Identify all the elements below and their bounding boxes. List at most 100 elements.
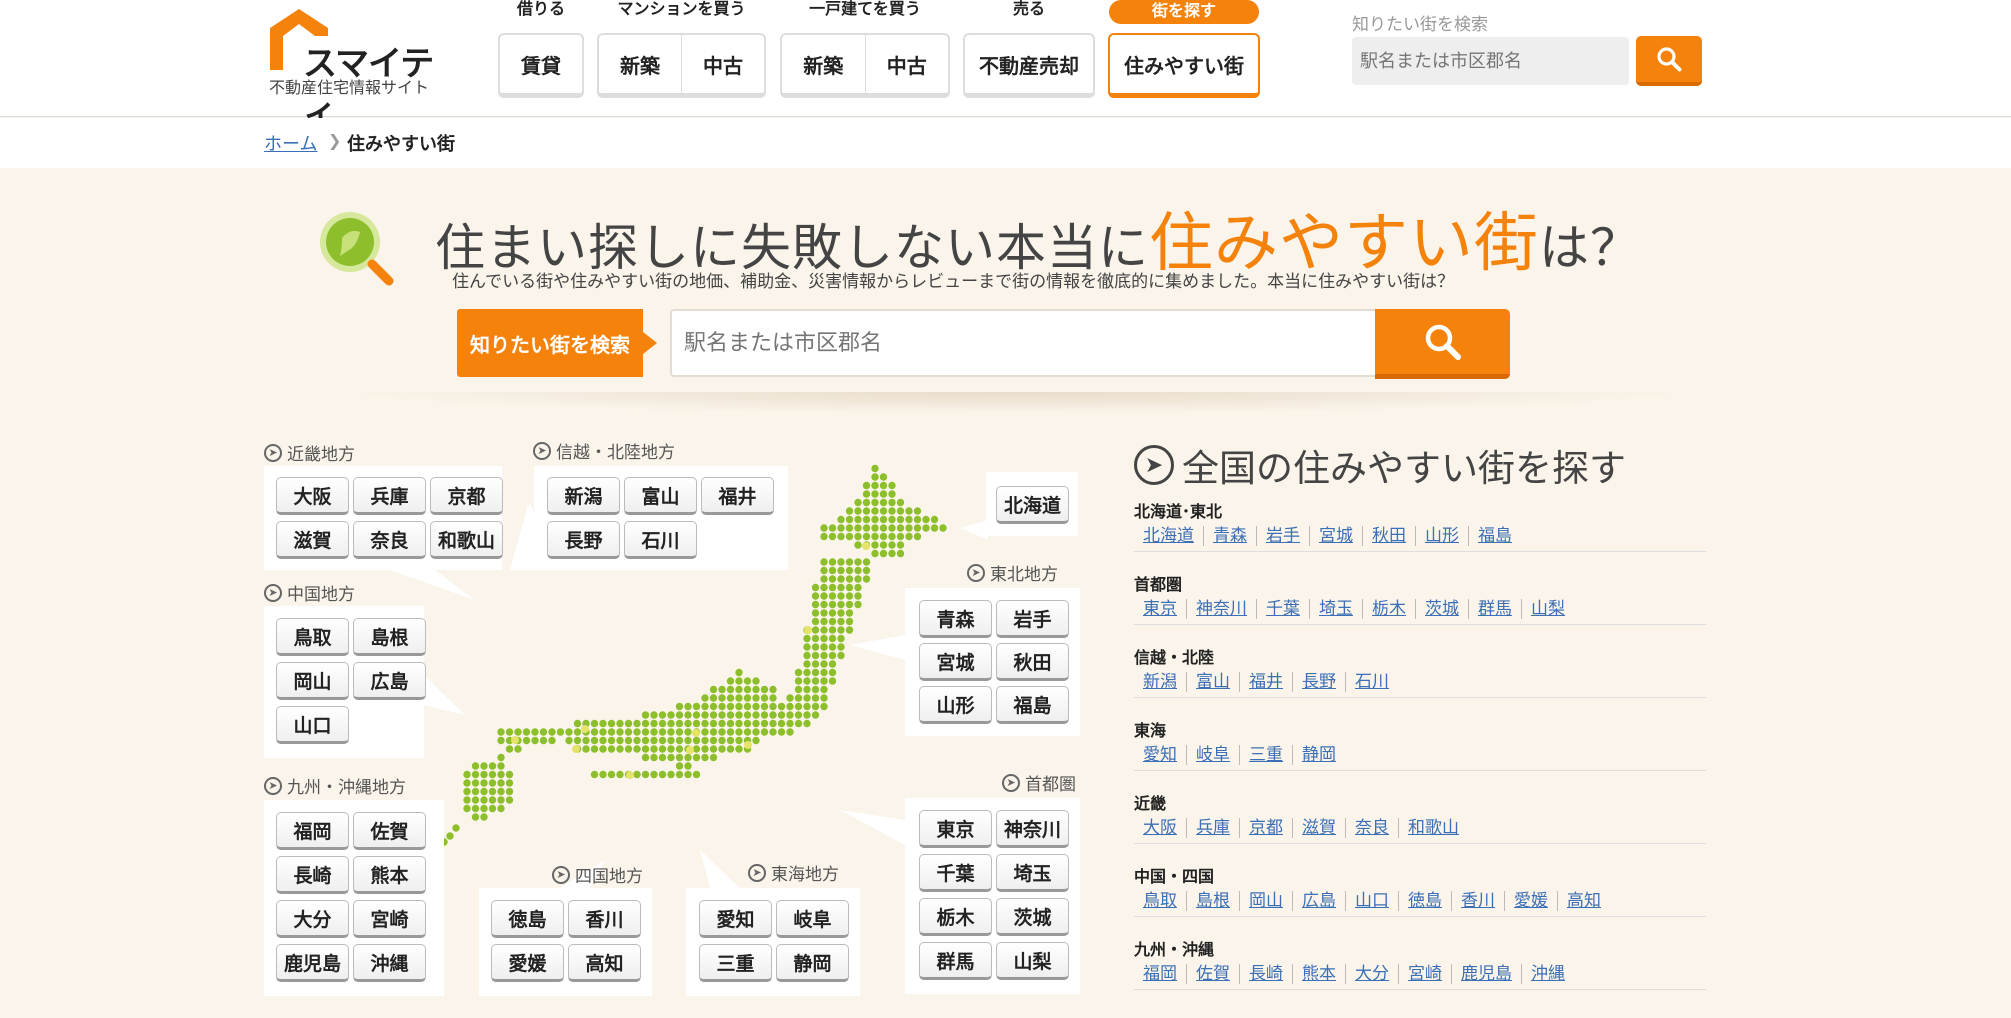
pref-button[interactable]: 和歌山	[430, 521, 503, 559]
pref-link[interactable]: 山口	[1346, 890, 1399, 911]
pref-button[interactable]: 高知	[568, 944, 641, 982]
pref-link[interactable]: 鹿児島	[1452, 963, 1522, 984]
pref-button[interactable]: 石川	[624, 521, 697, 559]
pref-button[interactable]: 群馬	[919, 942, 992, 980]
pref-link[interactable]: 佐賀	[1187, 963, 1240, 984]
nav-house-new-button[interactable]: 新築	[782, 35, 866, 93]
pref-button[interactable]: 鹿児島	[276, 944, 349, 982]
pref-link[interactable]: 岡山	[1240, 890, 1293, 911]
pref-link[interactable]: 沖縄	[1522, 964, 1574, 984]
pref-link[interactable]: 埼玉	[1310, 598, 1363, 619]
site-logo[interactable]: スマイティ 不動産住宅情報サイト	[269, 8, 449, 133]
nav-mansion-used-button[interactable]: 中古	[682, 35, 764, 93]
pref-button[interactable]: 長野	[547, 521, 620, 559]
pref-button[interactable]: 奈良	[353, 521, 426, 559]
hero-search-button[interactable]	[1375, 309, 1510, 379]
pref-button[interactable]: 徳島	[491, 900, 564, 938]
hero-search-input[interactable]	[670, 309, 1376, 377]
breadcrumb-home-link[interactable]: ホーム	[264, 130, 317, 156]
pref-button[interactable]: 富山	[624, 477, 697, 515]
pref-button[interactable]: 静岡	[776, 944, 849, 982]
pref-link[interactable]: 宮城	[1310, 525, 1363, 546]
pref-button[interactable]: 大阪	[276, 477, 349, 515]
pref-button[interactable]: 香川	[568, 900, 641, 938]
pref-link[interactable]: 岩手	[1257, 525, 1310, 546]
pref-button[interactable]: 鳥取	[276, 618, 349, 656]
pref-link[interactable]: 京都	[1240, 817, 1293, 838]
pref-link[interactable]: 長崎	[1240, 963, 1293, 984]
pref-link[interactable]: 福岡	[1134, 963, 1187, 984]
pref-button[interactable]: 熊本	[353, 856, 426, 894]
nav-rent-button[interactable]: 賃貸	[500, 35, 582, 93]
pref-button[interactable]: 山形	[919, 686, 992, 724]
pref-link[interactable]: 高知	[1558, 891, 1610, 911]
pref-button[interactable]: 神奈川	[996, 810, 1069, 848]
pref-button[interactable]: 広島	[353, 662, 426, 700]
pref-button[interactable]: 埼玉	[996, 854, 1069, 892]
pref-link[interactable]: 静岡	[1293, 745, 1345, 765]
pref-link[interactable]: 山形	[1416, 525, 1469, 546]
nav-town-button[interactable]: 住みやすい街	[1110, 35, 1258, 93]
pref-link[interactable]: 群馬	[1469, 598, 1522, 619]
pref-link[interactable]: 島根	[1187, 890, 1240, 911]
nav-mansion-new-button[interactable]: 新築	[599, 35, 682, 93]
pref-link[interactable]: 岐阜	[1187, 744, 1240, 765]
pref-button[interactable]: 愛知	[699, 900, 772, 938]
pref-button[interactable]: 滋賀	[276, 521, 349, 559]
pref-button[interactable]: 福島	[996, 686, 1069, 724]
pref-button[interactable]: 沖縄	[353, 944, 426, 982]
pref-button[interactable]: 宮崎	[353, 900, 426, 938]
header-search-input[interactable]	[1352, 37, 1629, 85]
pref-link[interactable]: 福井	[1240, 671, 1293, 692]
pref-button[interactable]: 北海道	[996, 486, 1069, 524]
pref-button[interactable]: 青森	[919, 600, 992, 638]
pref-button[interactable]: 岩手	[996, 600, 1069, 638]
pref-link[interactable]: 大阪	[1134, 817, 1187, 838]
pref-button[interactable]: 茨城	[996, 898, 1069, 936]
pref-link[interactable]: 長野	[1293, 671, 1346, 692]
pref-link[interactable]: 熊本	[1293, 963, 1346, 984]
pref-link[interactable]: 兵庫	[1187, 817, 1240, 838]
pref-link[interactable]: 大分	[1346, 963, 1399, 984]
pref-button[interactable]: 大分	[276, 900, 349, 938]
pref-link[interactable]: 徳島	[1399, 890, 1452, 911]
pref-link[interactable]: 愛媛	[1505, 890, 1558, 911]
pref-button[interactable]: 島根	[353, 618, 426, 656]
pref-link[interactable]: 東京	[1134, 598, 1187, 619]
pref-button[interactable]: 山口	[276, 706, 349, 744]
nav-house-used-button[interactable]: 中古	[866, 35, 949, 93]
pref-button[interactable]: 千葉	[919, 854, 992, 892]
pref-button[interactable]: 栃木	[919, 898, 992, 936]
pref-link[interactable]: 千葉	[1257, 598, 1310, 619]
nav-sell-button[interactable]: 不動産売却	[965, 35, 1093, 93]
header-search-button[interactable]	[1636, 36, 1702, 86]
pref-link[interactable]: 鳥取	[1134, 890, 1187, 911]
pref-link[interactable]: 香川	[1452, 890, 1505, 911]
pref-button[interactable]: 兵庫	[353, 477, 426, 515]
pref-link[interactable]: 秋田	[1363, 525, 1416, 546]
pref-link[interactable]: 広島	[1293, 890, 1346, 911]
pref-button[interactable]: 新潟	[547, 477, 620, 515]
pref-button[interactable]: 岡山	[276, 662, 349, 700]
pref-button[interactable]: 山梨	[996, 942, 1069, 980]
pref-button[interactable]: 三重	[699, 944, 772, 982]
pref-button[interactable]: 福岡	[276, 812, 349, 850]
pref-button[interactable]: 秋田	[996, 643, 1069, 681]
pref-link[interactable]: 三重	[1240, 744, 1293, 765]
pref-button[interactable]: 長崎	[276, 856, 349, 894]
pref-link[interactable]: 青森	[1204, 525, 1257, 546]
pref-link[interactable]: 宮崎	[1399, 963, 1452, 984]
pref-link[interactable]: 富山	[1187, 671, 1240, 692]
pref-button[interactable]: 佐賀	[353, 812, 426, 850]
pref-link[interactable]: 福島	[1469, 526, 1521, 546]
pref-link[interactable]: 愛知	[1134, 744, 1187, 765]
pref-button[interactable]: 東京	[919, 810, 992, 848]
pref-link[interactable]: 奈良	[1346, 817, 1399, 838]
pref-link[interactable]: 新潟	[1134, 671, 1187, 692]
pref-link[interactable]: 栃木	[1363, 598, 1416, 619]
pref-link[interactable]: 滋賀	[1293, 817, 1346, 838]
pref-link[interactable]: 和歌山	[1399, 818, 1468, 838]
pref-button[interactable]: 福井	[701, 477, 774, 515]
pref-button[interactable]: 宮城	[919, 643, 992, 681]
pref-link[interactable]: 神奈川	[1187, 598, 1257, 619]
